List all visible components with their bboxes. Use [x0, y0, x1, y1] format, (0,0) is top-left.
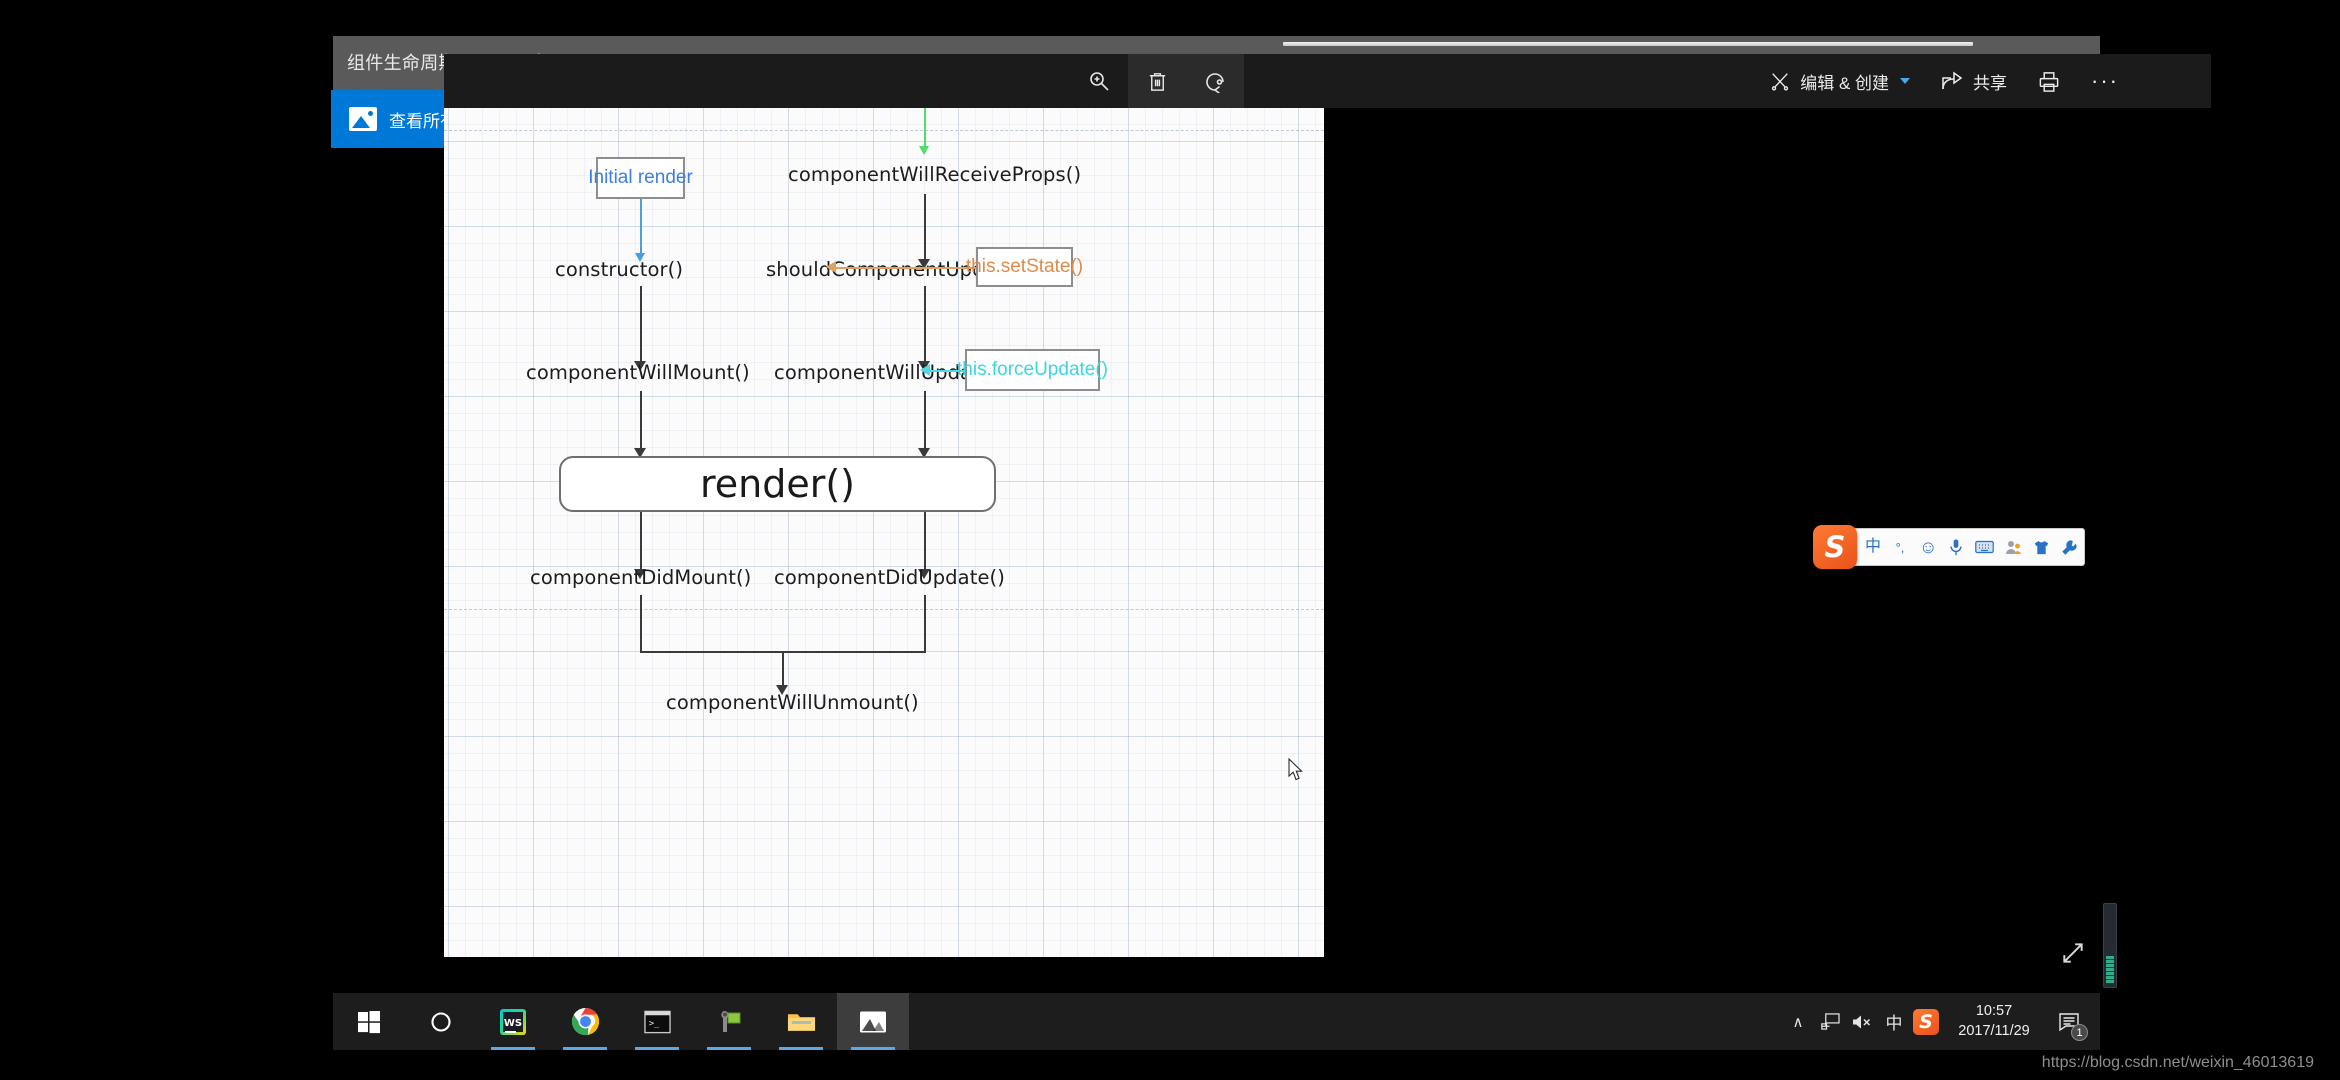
- user-icon[interactable]: [2005, 540, 2022, 555]
- node-component-did-update: componentDidUpdate(): [774, 566, 1005, 589]
- tool-button[interactable]: [693, 993, 765, 1050]
- image-toolbar-right-group: 编辑 & 创建 共享 ···: [1757, 54, 2131, 108]
- sogou-ime-toolbar[interactable]: S 中 °, ☺: [1813, 525, 2086, 569]
- webstorm-button[interactable]: WS: [477, 993, 549, 1050]
- file-explorer-button[interactable]: [765, 993, 837, 1050]
- arrowhead-green: [919, 146, 929, 155]
- photos-button[interactable]: [837, 993, 909, 1050]
- system-tray: ∧ 中 S 10:57 2017/11/29 1: [1782, 993, 2100, 1050]
- node-component-will-unmount: componentWillUnmount(): [666, 691, 919, 714]
- image-toolbar: 编辑 & 创建 共享 ···: [444, 54, 2211, 108]
- right-edge-indicator-fill: [2106, 956, 2114, 984]
- edge-render-to-didupdate: [924, 512, 926, 574]
- titlebar-highlight-strip: [1283, 42, 1973, 46]
- edge-shouldupdate-to-willupdate: [924, 286, 926, 366]
- edge-willupdate-to-render: [924, 391, 926, 453]
- edge-setstate-to-shouldupdate: [831, 267, 977, 269]
- ime-chinese-icon[interactable]: 中: [1878, 993, 1910, 1050]
- clock-time: 10:57: [1975, 1002, 2013, 1019]
- edit-and-create-label: 编辑 & 创建: [1800, 73, 1890, 93]
- expand-diagonal-icon[interactable]: [2060, 940, 2086, 971]
- language-mode-icon[interactable]: 中: [1865, 539, 1881, 555]
- node-render: render(): [559, 456, 996, 512]
- svg-text:>_: >_: [648, 1018, 659, 1028]
- node-initial-render: Initial render: [588, 157, 693, 199]
- chrome-button[interactable]: [549, 993, 621, 1050]
- edge-didmount-down: [640, 595, 642, 652]
- show-hidden-icons[interactable]: ∧: [1782, 993, 1814, 1050]
- chevron-down-icon: [1900, 78, 1911, 84]
- node-component-did-mount: componentDidMount(): [530, 566, 752, 589]
- sogou-tray-icon[interactable]: S: [1910, 993, 1942, 1050]
- edge-willmount-to-render: [640, 391, 642, 453]
- printer-icon: [2039, 71, 2059, 92]
- notification-badge: 1: [2071, 1024, 2088, 1041]
- share-label: 共享: [1973, 73, 2008, 93]
- node-initial-render-label: Initial render: [588, 167, 693, 188]
- image-toolbar-center-group: [1070, 54, 1244, 108]
- desktop-screen: 组件生命周期.png - 照片 查看所有照片: [0, 0, 2340, 1080]
- network-icon[interactable]: [1814, 993, 1846, 1050]
- node-this-set-state-label: this.setState(): [965, 256, 1084, 277]
- share-icon: [1942, 71, 1963, 90]
- node-constructor: constructor(): [555, 258, 684, 281]
- start-button[interactable]: [333, 993, 405, 1050]
- node-this-force-update-label: this.forceUpdate(): [957, 359, 1109, 380]
- mouse-cursor: [1288, 757, 1305, 787]
- node-this-set-state: this.setState(): [966, 247, 1083, 287]
- diagram-guide-line: [444, 130, 1324, 131]
- node-this-force-update: this.forceUpdate(): [957, 349, 1108, 391]
- share-button[interactable]: 共享: [1928, 54, 2019, 108]
- picture-icon: [349, 107, 377, 131]
- skin-icon[interactable]: [2033, 540, 2050, 555]
- node-component-will-receive-props: componentWillReceiveProps(): [788, 163, 1082, 186]
- punctuation-icon[interactable]: °,: [1892, 541, 1908, 554]
- taskbar-clock[interactable]: 10:57 2017/11/29: [1942, 993, 2046, 1050]
- trash-icon[interactable]: [1128, 54, 1186, 108]
- edge-render-to-didmount: [640, 512, 642, 574]
- edit-and-create-button[interactable]: 编辑 & 创建: [1757, 54, 1922, 108]
- command-prompt-button[interactable]: >_: [621, 993, 693, 1050]
- sogou-logo-icon[interactable]: S: [1813, 525, 1857, 569]
- volume-muted-icon[interactable]: [1846, 993, 1878, 1050]
- arrowhead-orange: [826, 261, 836, 273]
- more-options-button[interactable]: ···: [2079, 54, 2131, 108]
- edge-didupdate-down: [924, 595, 926, 652]
- svg-text:WS: WS: [504, 1018, 522, 1029]
- edge-constructor-to-willmount: [640, 286, 642, 366]
- edge-initialrender-to-constructor: [640, 199, 642, 259]
- cortana-button[interactable]: [405, 993, 477, 1050]
- edge-willreceiveprops-to-shouldupdate: [924, 194, 926, 264]
- keyboard-icon[interactable]: [1975, 540, 1995, 554]
- clock-date: 2017/11/29: [1958, 1022, 2030, 1039]
- windows-taskbar: WS >_ ∧ 中 S 10:57 2017/11/29 1: [333, 993, 2100, 1050]
- watermark-url: https://blog.csdn.net/weixin_46013619: [2041, 1054, 2314, 1071]
- diagram-guide-line: [444, 609, 1324, 610]
- more-options-label: ···: [2091, 68, 2119, 93]
- zoom-in-icon[interactable]: [1070, 54, 1128, 108]
- microphone-icon[interactable]: [1948, 538, 1964, 556]
- taskbar-icons: WS >_: [333, 993, 909, 1050]
- node-component-will-mount: componentWillMount(): [526, 361, 750, 384]
- pen-brush-icon: [1772, 73, 1789, 91]
- right-edge-indicator: [2103, 903, 2117, 988]
- action-center-icon[interactable]: 1: [2046, 993, 2092, 1050]
- rotate-icon[interactable]: [1186, 54, 1244, 108]
- arrowhead-cyan: [920, 364, 930, 376]
- emoji-icon[interactable]: ☺: [1919, 538, 1937, 556]
- tools-icon[interactable]: [2061, 540, 2077, 555]
- image-canvas[interactable]: componentWillReceiveProps() Initial rend…: [444, 54, 1324, 957]
- print-button[interactable]: [2025, 54, 2073, 108]
- node-render-label: render(): [699, 462, 856, 506]
